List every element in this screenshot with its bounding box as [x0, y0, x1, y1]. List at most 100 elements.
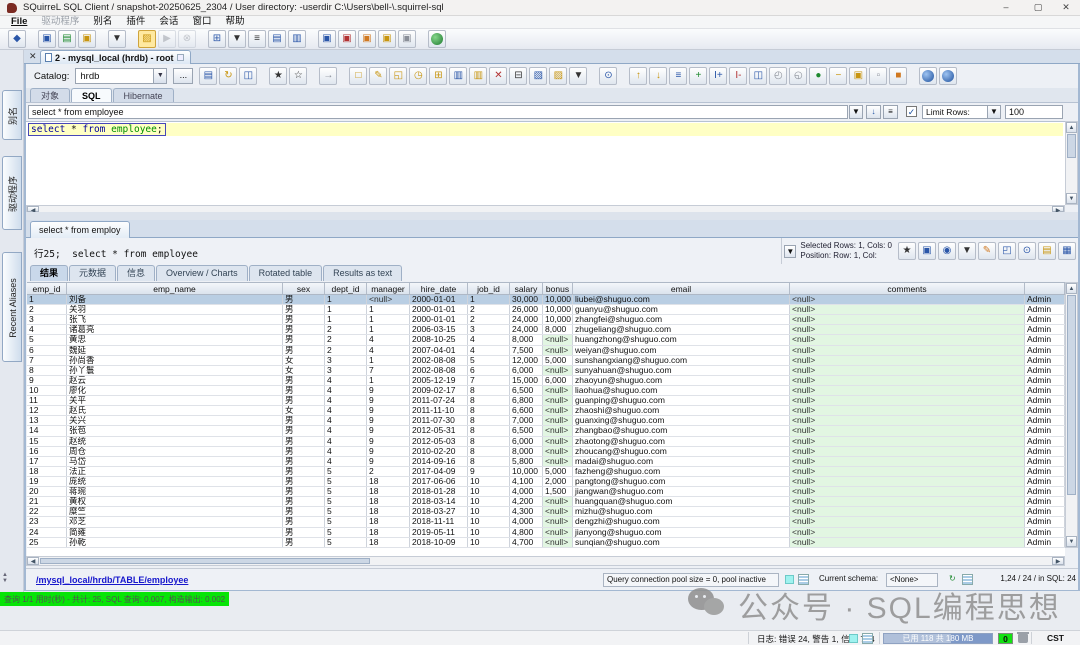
- table-cell[interactable]: 男: [283, 517, 325, 526]
- table-cell[interactable]: 15: [27, 437, 67, 446]
- magnifier-icon[interactable]: ⊙: [1018, 242, 1036, 260]
- table-cell[interactable]: 30,000: [510, 295, 543, 304]
- table-cell[interactable]: Admin: [1025, 447, 1065, 456]
- table-cell[interactable]: 2005-12-19: [410, 376, 468, 385]
- insert-cursor-icon[interactable]: I+: [709, 67, 727, 85]
- table-row[interactable]: 8孙丫鬟女372002-08-0866,000<null>sunyahuan@s…: [27, 366, 1065, 376]
- table-cell[interactable]: 23: [27, 517, 67, 526]
- table-cell[interactable]: 3: [27, 315, 67, 324]
- table-cell[interactable]: <null>: [543, 437, 573, 446]
- table-cell[interactable]: 孙乾: [67, 538, 283, 547]
- print-sql-icon[interactable]: ⊟: [509, 67, 527, 85]
- table-row[interactable]: 12赵氏女492011-11-1086,600<null>zhaoshi@shu…: [27, 406, 1065, 416]
- table-cell[interactable]: 9: [27, 376, 67, 385]
- world-spin-icon[interactable]: [939, 67, 957, 85]
- table-cell[interactable]: 4,800: [510, 528, 543, 537]
- table-cell[interactable]: 魏延: [67, 346, 283, 355]
- table-cell[interactable]: 诸葛亮: [67, 325, 283, 334]
- table-cell[interactable]: sunshangxiang@shuguo.com: [573, 356, 790, 365]
- splitter-arrows[interactable]: ▲▼: [2, 572, 8, 584]
- table-cell[interactable]: 4: [325, 406, 367, 415]
- table-row[interactable]: 25孙乾男5182018-10-09104,700<null>sunqian@s…: [27, 538, 1065, 548]
- table-cell[interactable]: 4,000: [510, 517, 543, 526]
- tab-元数据[interactable]: 元数据: [69, 265, 116, 281]
- table-hscroll-thumb[interactable]: [40, 558, 370, 564]
- commit-cube-icon[interactable]: ■: [889, 67, 907, 85]
- monitor-commit-icon[interactable]: ▣: [358, 30, 376, 48]
- edit-cell-icon[interactable]: ✎: [978, 242, 996, 260]
- alias-book-icon[interactable]: ▤: [58, 30, 76, 48]
- table-cell[interactable]: 16: [27, 447, 67, 456]
- table-cell[interactable]: 4: [325, 447, 367, 456]
- new-session-window-icon[interactable]: ⊞: [208, 30, 226, 48]
- table-cell[interactable]: <null>: [790, 487, 1025, 496]
- catalog-dropdown-icon[interactable]: ▼: [153, 69, 166, 83]
- scroll-up-icon[interactable]: ▲: [1066, 122, 1077, 133]
- table-cell[interactable]: 4,300: [510, 507, 543, 516]
- table-cell[interactable]: 男: [283, 376, 325, 385]
- col-header-salary[interactable]: salary: [510, 283, 543, 294]
- table-cell[interactable]: 5: [325, 517, 367, 526]
- table-cell[interactable]: 男: [283, 528, 325, 537]
- table-cell[interactable]: <null>: [543, 386, 573, 395]
- table-cell[interactable]: <null>: [543, 406, 573, 415]
- session-dropdown-icon[interactable]: ▼: [228, 30, 246, 48]
- table-cell[interactable]: 2: [325, 346, 367, 355]
- col-header-sex[interactable]: sex: [283, 283, 325, 294]
- table-cell[interactable]: 4: [325, 396, 367, 405]
- tab-对象[interactable]: 对象: [30, 88, 70, 102]
- table-cell[interactable]: 19: [27, 477, 67, 486]
- table-cell[interactable]: 1: [325, 305, 367, 314]
- table-cell[interactable]: 10: [468, 538, 510, 547]
- menu-驱动程序[interactable]: 驱动程序: [34, 16, 86, 28]
- table-cell[interactable]: weiyan@shuguo.com: [573, 346, 790, 355]
- paste-active-icon[interactable]: ▨: [138, 30, 156, 48]
- stop-icon[interactable]: ⊗: [178, 30, 196, 48]
- table-cell[interactable]: 9: [468, 467, 510, 476]
- table-cell[interactable]: 7,000: [510, 416, 543, 425]
- table-cell[interactable]: 5: [325, 507, 367, 516]
- table-cell[interactable]: 18: [367, 477, 410, 486]
- table-cell[interactable]: 10,000: [510, 467, 543, 476]
- open-sql-file-icon[interactable]: ◱: [389, 67, 407, 85]
- table-row[interactable]: 24简雍男5182019-05-11104,800<null>jianyong@…: [27, 528, 1065, 538]
- table-cell[interactable]: madai@shuguo.com: [573, 457, 790, 466]
- table-cell[interactable]: Admin: [1025, 416, 1065, 425]
- table-cell[interactable]: Admin: [1025, 487, 1065, 496]
- table-cell[interactable]: <null>: [543, 497, 573, 506]
- table-cell[interactable]: 2010-02-20: [410, 447, 468, 456]
- table-hscrollbar[interactable]: ◀ ▶: [26, 556, 1065, 566]
- table-cell[interactable]: 黄权: [67, 497, 283, 506]
- table-cell[interactable]: 1: [325, 295, 367, 304]
- table-cell[interactable]: Admin: [1025, 386, 1065, 395]
- find-sql-icon[interactable]: ⊙: [599, 67, 617, 85]
- table-scroll-thumb[interactable]: [1067, 295, 1076, 495]
- col-header-bonus[interactable]: bonus: [543, 283, 573, 294]
- table-cell[interactable]: Admin: [1025, 376, 1065, 385]
- table-cell[interactable]: 男: [283, 497, 325, 506]
- table-cell[interactable]: 4,700: [510, 538, 543, 547]
- table-cell[interactable]: 2012-05-03: [410, 437, 468, 446]
- table-cell[interactable]: <null>: [543, 416, 573, 425]
- table-cell[interactable]: 马岱: [67, 457, 283, 466]
- table-cell[interactable]: 男: [283, 315, 325, 324]
- table-cell[interactable]: 男: [283, 295, 325, 304]
- table-cell[interactable]: 21: [27, 497, 67, 506]
- table-cell[interactable]: <null>: [543, 517, 573, 526]
- editor-vscrollbar[interactable]: ▲ ▼: [1065, 121, 1078, 205]
- table-cell[interactable]: <null>: [543, 447, 573, 456]
- table-cell[interactable]: 4,200: [510, 497, 543, 506]
- sql-statement[interactable]: select * from employee;: [28, 123, 166, 136]
- table-cell[interactable]: <null>: [790, 477, 1025, 486]
- table-cell[interactable]: 刘备: [67, 295, 283, 304]
- maximize-button[interactable]: ▢: [1024, 0, 1052, 16]
- table-cell[interactable]: 8: [468, 416, 510, 425]
- table-cell[interactable]: 5: [325, 477, 367, 486]
- table-cell[interactable]: <null>: [543, 538, 573, 547]
- table-cell[interactable]: 18: [367, 528, 410, 537]
- split-view-icon[interactable]: ◫: [749, 67, 767, 85]
- log-viewer-icon[interactable]: [862, 633, 873, 644]
- table-scroll-left-icon[interactable]: ◀: [27, 557, 39, 565]
- table-cell[interactable]: <null>: [790, 376, 1025, 385]
- table-cell[interactable]: Admin: [1025, 437, 1065, 446]
